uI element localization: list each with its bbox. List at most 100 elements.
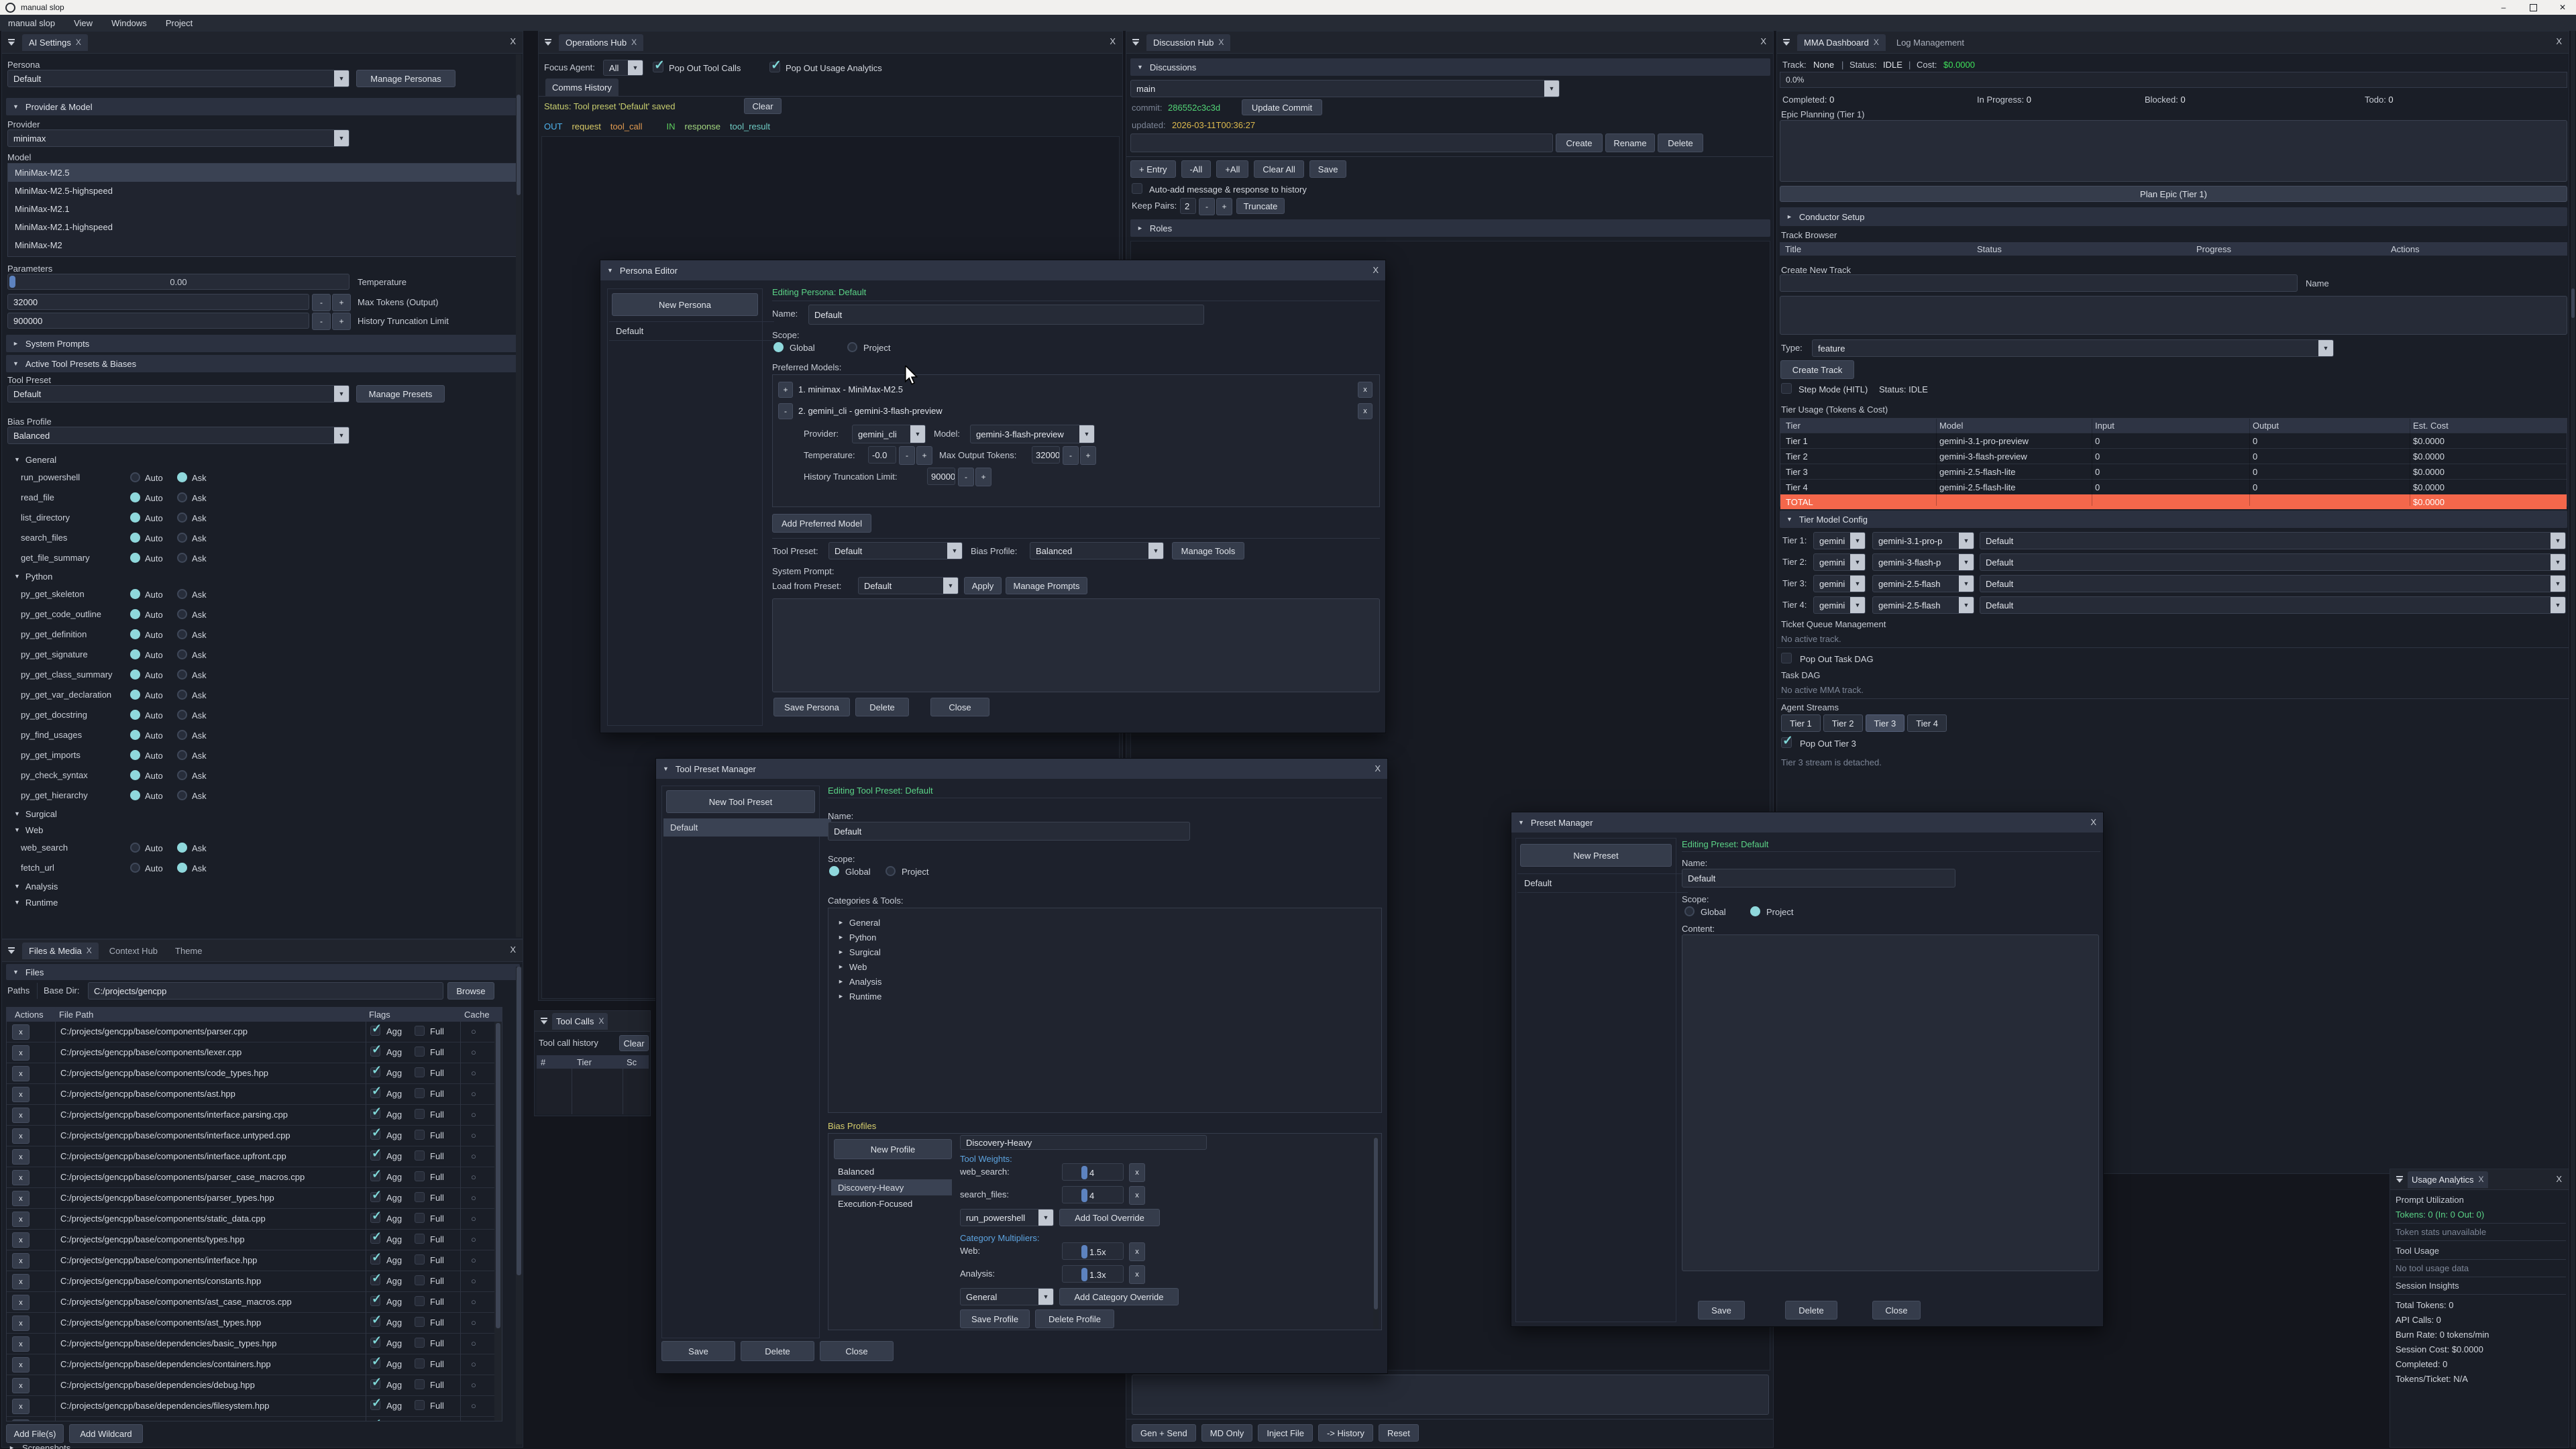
keep-pairs-plus-button[interactable]: + (1216, 198, 1232, 215)
panel-close-icon[interactable]: X (2556, 36, 2562, 46)
model-option-minimax-m2-1[interactable]: MiniMax-M2.1 (8, 200, 518, 218)
preset-manager-header[interactable]: ▼Preset Manager (1511, 812, 2103, 833)
temperature-slider[interactable]: 0.00 (7, 274, 350, 290)
rename-discussion-button[interactable]: Rename (1605, 133, 1655, 152)
tab-close-icon[interactable]: X (76, 38, 81, 47)
agg-checkbox[interactable]: ✓ (370, 1171, 380, 1181)
tab-ai-settings[interactable]: AI SettingsX (22, 34, 88, 51)
dialog-close-icon[interactable]: X (1373, 265, 1379, 275)
model-move-down-button[interactable]: - (778, 403, 793, 419)
tool-weight-search-files-slider[interactable]: 4 (1062, 1186, 1124, 1203)
new-profile-button[interactable]: New Profile (834, 1139, 952, 1159)
keep-pairs-minus-button[interactable]: - (1199, 198, 1215, 215)
slider-handle[interactable] (1081, 1189, 1087, 1202)
auto-radio[interactable] (130, 863, 140, 873)
add-tool-override-button[interactable]: Add Tool Override (1059, 1209, 1160, 1226)
full-checkbox[interactable] (415, 1026, 425, 1036)
remove-file-button[interactable]: x (12, 1316, 30, 1331)
auto-radio[interactable] (130, 533, 140, 543)
tab-theme[interactable]: Theme (168, 943, 209, 959)
max-tokens-input[interactable]: 32000 (7, 294, 309, 310)
agg-checkbox[interactable]: ✓ (370, 1400, 380, 1410)
scope-global-radio[interactable] (1684, 906, 1695, 916)
full-checkbox[interactable] (415, 1254, 425, 1265)
add-preferred-model-button[interactable]: Add Preferred Model (772, 514, 871, 533)
remove-cat-mult-web-button[interactable]: x (1129, 1242, 1145, 1261)
scope-global-radio[interactable] (829, 866, 839, 876)
new-tool-preset-button[interactable]: New Tool Preset (666, 790, 815, 813)
menu-app[interactable]: manual slop (8, 18, 55, 28)
model-move-up-button[interactable]: + (778, 382, 793, 398)
config-preset-dropdown[interactable]: Default▼ (1980, 575, 2566, 592)
agg-checkbox[interactable]: ✓ (370, 1254, 380, 1265)
scope-project-radio[interactable] (885, 866, 896, 876)
agg-checkbox[interactable]: ✓ (370, 1046, 380, 1057)
agg-checkbox[interactable]: ✓ (370, 1088, 380, 1098)
agg-checkbox[interactable]: ✓ (370, 1130, 380, 1140)
full-checkbox[interactable] (415, 1192, 425, 1202)
focus-agent-dropdown[interactable]: All▼ (603, 60, 643, 76)
ask-radio[interactable] (177, 750, 187, 760)
temp-minus-button[interactable]: - (899, 446, 915, 465)
remove-file-button[interactable]: x (12, 1170, 30, 1185)
tab-close-icon[interactable]: X (598, 1016, 604, 1026)
slider-handle[interactable] (1081, 1245, 1087, 1258)
message-input[interactable] (1132, 1375, 1769, 1415)
tier-model-config-section[interactable]: ▼Tier Model Config (1780, 511, 2567, 528)
auto-radio[interactable] (130, 669, 140, 680)
clear-status-button[interactable]: Clear (744, 98, 782, 114)
tab-usage-analytics[interactable]: Usage AnalyticsX (2408, 1171, 2488, 1188)
pm-history-input[interactable]: 900000 (927, 468, 955, 485)
ask-radio[interactable] (177, 492, 187, 502)
menu-windows[interactable]: Windows (111, 18, 147, 28)
scrollbar-thumb[interactable] (2571, 288, 2575, 318)
discussion-dropdown[interactable]: main▼ (1130, 80, 1560, 97)
track-type-dropdown[interactable]: feature▼ (1812, 339, 2334, 357)
scrollbar-thumb[interactable] (517, 967, 521, 1275)
remove-file-button[interactable]: x (12, 1149, 30, 1165)
tab-log-management[interactable]: Log Management (1890, 34, 1971, 51)
model-option-minimax-m2-5-highspeed[interactable]: MiniMax-M2.5-highspeed (8, 182, 518, 200)
full-checkbox[interactable] (415, 1338, 425, 1348)
manage-presets-button[interactable]: Manage Presets (356, 385, 445, 402)
pe-tool-preset-dropdown[interactable]: Default▼ (828, 542, 963, 559)
pop-out-tier3-checkbox[interactable]: ✓ (1781, 737, 1792, 748)
remove-file-button[interactable]: x (12, 1024, 30, 1040)
auto-radio[interactable] (130, 513, 140, 523)
category-general[interactable]: ►General (828, 915, 1381, 930)
manage-tools-button[interactable]: Manage Tools (1172, 542, 1244, 559)
clear-tool-calls-button[interactable]: Clear (619, 1035, 649, 1051)
agg-checkbox[interactable]: ✓ (370, 1067, 380, 1077)
inject-file-button[interactable]: Inject File (1258, 1424, 1313, 1442)
auto-radio[interactable] (130, 609, 140, 619)
pane-menu-icon[interactable] (5, 944, 18, 957)
max-tokens-minus-button[interactable]: - (312, 294, 331, 311)
auto-radio[interactable] (130, 649, 140, 659)
full-checkbox[interactable] (415, 1150, 425, 1161)
slider-handle[interactable] (1081, 1166, 1087, 1179)
full-checkbox[interactable] (415, 1088, 425, 1098)
conductor-setup-section[interactable]: ►Conductor Setup (1780, 207, 2567, 226)
temp-plus-button[interactable]: + (916, 446, 932, 465)
close-dialog-button[interactable]: Close (930, 698, 989, 716)
bias-profile-dropdown[interactable]: Balanced▼ (7, 427, 350, 444)
remove-file-button[interactable]: x (12, 1253, 30, 1269)
ask-radio[interactable] (177, 770, 187, 780)
ask-radio[interactable] (177, 669, 187, 680)
discussions-section[interactable]: ▼Discussions (1130, 58, 1770, 76)
preset-name-input[interactable]: Default (1682, 869, 1955, 888)
full-checkbox[interactable] (415, 1234, 425, 1244)
agg-checkbox[interactable]: ✓ (370, 1234, 380, 1244)
tool-preset-dropdown[interactable]: Default▼ (7, 385, 350, 402)
all-button[interactable]: -All (1181, 160, 1212, 178)
menu-project[interactable]: Project (166, 18, 193, 28)
md-only-button[interactable]: MD Only (1201, 1424, 1253, 1442)
history-button[interactable]: -> History (1318, 1424, 1373, 1442)
save-button[interactable]: Save (1309, 160, 1347, 178)
auto-radio[interactable] (130, 690, 140, 700)
auto-radio[interactable] (130, 589, 140, 599)
stream-tab-tier-1[interactable]: Tier 1 (1781, 714, 1821, 732)
config-provider-dropdown[interactable]: gemini▼ (1813, 596, 1866, 614)
remove-file-button[interactable]: x (12, 1128, 30, 1144)
close-dialog-button[interactable]: Close (820, 1341, 894, 1361)
